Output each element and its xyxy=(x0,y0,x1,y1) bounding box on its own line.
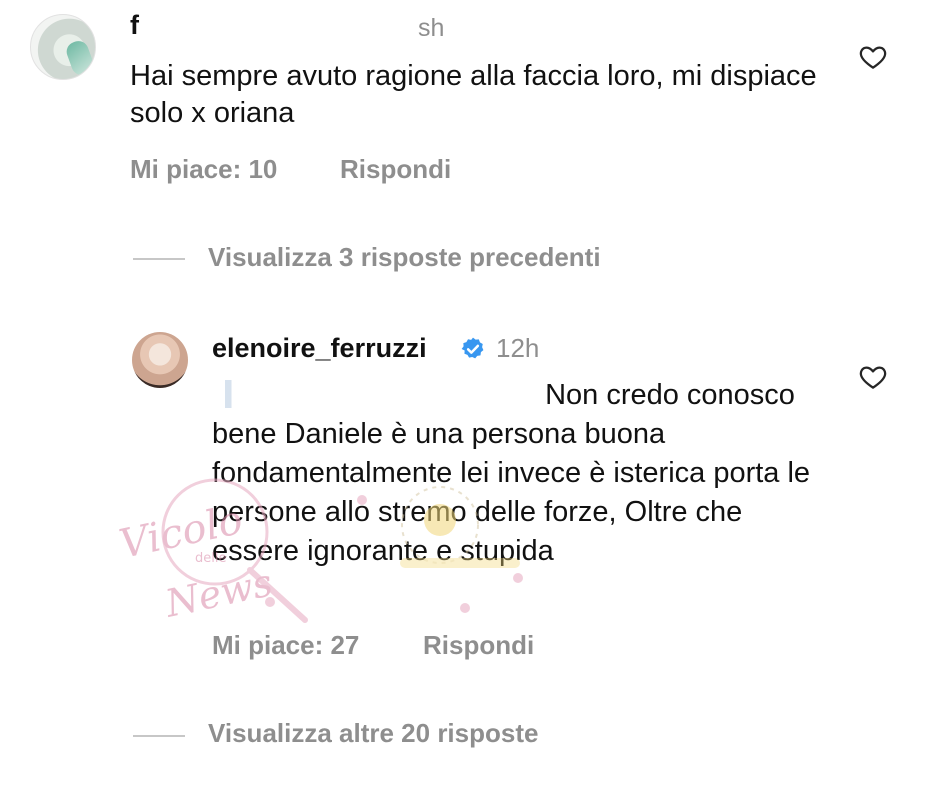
view-more-replies-button[interactable]: Visualizza altre 20 risposte xyxy=(208,718,538,749)
reply-timestamp: 12h xyxy=(496,333,540,363)
reply-text-block: Non credo conosco bene Daniele è una per… xyxy=(212,376,832,571)
reply-author-username[interactable]: elenoire_ferruzzi xyxy=(212,333,427,364)
heart-outline-icon[interactable] xyxy=(858,362,888,392)
avatar-image xyxy=(63,38,95,78)
commenter-avatar[interactable] xyxy=(30,14,96,80)
reply-likes-count[interactable]: Mi piace: 27 xyxy=(212,630,359,661)
redacted-mention[interactable] xyxy=(212,380,537,408)
comment-text: Hai sempre avuto ragione alla faccia lor… xyxy=(130,60,817,129)
view-previous-replies-button[interactable]: Visualizza 3 risposte precedenti xyxy=(208,242,601,273)
heart-outline-icon[interactable] xyxy=(858,42,888,72)
replies-divider xyxy=(133,735,185,737)
comment-likes-count[interactable]: Mi piace: 10 xyxy=(130,154,277,185)
replies-divider xyxy=(133,258,185,260)
verified-badge-icon xyxy=(460,336,486,362)
reply-reply-button[interactable]: Rispondi xyxy=(423,630,534,661)
commenter-username[interactable]: f xyxy=(130,10,410,41)
username-text: f xyxy=(130,10,140,40)
comment-timestamp: sh xyxy=(418,14,445,42)
reply-author-avatar[interactable] xyxy=(132,332,188,388)
comment-reply-button[interactable]: Rispondi xyxy=(340,154,451,185)
redacted-username xyxy=(139,15,410,38)
